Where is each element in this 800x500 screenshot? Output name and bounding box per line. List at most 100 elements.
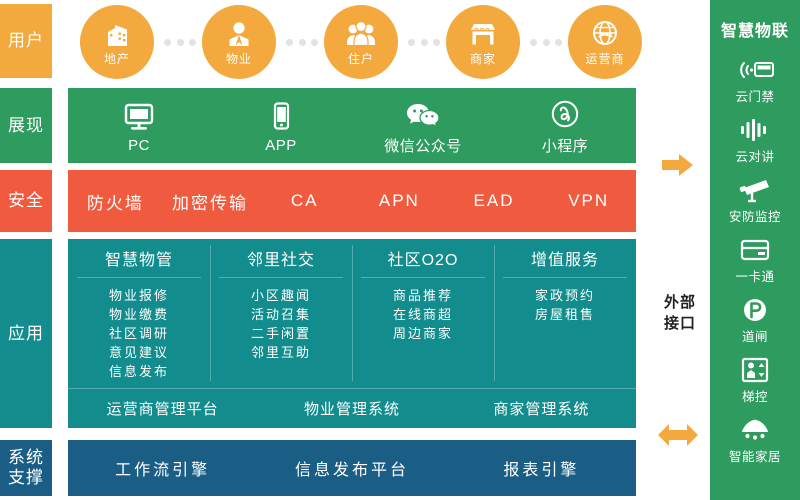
- iot-item-parking-barrier[interactable]: 道闸: [710, 293, 800, 345]
- security-item[interactable]: 加密传输: [163, 189, 258, 214]
- presentation-layer-band: PC APP 微信公众号 小程序: [68, 88, 636, 163]
- layer-label-security: 安全: [0, 170, 52, 232]
- connector-dots: [286, 38, 318, 46]
- application-item[interactable]: 社区调研: [109, 324, 169, 343]
- application-item[interactable]: 物业缴费: [109, 305, 169, 324]
- security-layer-band: 防火墙 加密传输 CA APN EAD VPN: [68, 170, 636, 232]
- presentation-item-app[interactable]: APP: [210, 88, 352, 163]
- iot-item-label: 云门禁: [735, 90, 775, 104]
- architecture-diagram: 用户 展现 安全 应用 系统 支撑 地产 物业 住户 商家 运营商 PC APP…: [0, 0, 800, 500]
- system-support-item[interactable]: 工作流引擎: [68, 456, 257, 480]
- globe-refresh-icon: [590, 17, 620, 47]
- application-column-items: 物业报修 物业缴费 社区调研 意见建议 信息发布: [109, 278, 169, 381]
- application-item[interactable]: 小区趣闻: [251, 286, 311, 305]
- application-columns: 智慧物管 物业报修 物业缴费 社区调研 意见建议 信息发布 邻里社交 小区趣闻 …: [68, 239, 636, 387]
- application-column-value-added: 增值服务 家政预约 房屋租售: [494, 239, 636, 387]
- user-node-circle: 地产: [80, 5, 154, 79]
- monitor-icon: [122, 98, 156, 132]
- user-node-label: 住户: [347, 52, 374, 66]
- iot-item-label: 安防监控: [728, 210, 781, 224]
- user-node-property[interactable]: 物业: [196, 4, 282, 82]
- layer-label-presentation: 展现: [0, 88, 52, 163]
- application-item[interactable]: 周边商家: [393, 324, 453, 343]
- presentation-item-wechat-mp[interactable]: 微信公众号: [352, 88, 494, 163]
- application-item[interactable]: 二手闲置: [251, 324, 311, 343]
- people-group-icon: [345, 17, 377, 47]
- presentation-item-label: 小程序: [541, 137, 589, 155]
- platform-item[interactable]: 运营商管理平台: [68, 398, 257, 419]
- iot-panel-title: 智慧物联: [720, 23, 789, 40]
- presentation-item-pc[interactable]: PC: [68, 88, 210, 163]
- sys-line-1: 系统: [8, 448, 44, 468]
- application-item[interactable]: 家政预约: [535, 286, 595, 305]
- security-item[interactable]: 防火墙: [68, 189, 163, 214]
- arrow-right-icon: [660, 152, 696, 178]
- application-item[interactable]: 物业报修: [109, 286, 169, 305]
- wechat-icon: [405, 96, 441, 130]
- layer-label-system-support-text: 系统 支撑: [8, 448, 44, 487]
- layer-label-presentation-text: 展现: [8, 115, 44, 135]
- layer-label-application: 应用: [0, 239, 52, 428]
- smartphone-icon: [264, 98, 298, 132]
- iot-item-cloud-intercom[interactable]: 云对讲: [710, 113, 800, 165]
- application-column-community-o2o: 社区O2O 商品推荐 在线商超 周边商家: [352, 239, 494, 387]
- access-card-wireless-icon: [735, 53, 775, 83]
- building-icon: [102, 17, 132, 47]
- application-column-title: 增值服务: [530, 252, 599, 269]
- layer-label-system-support: 系统 支撑: [0, 440, 52, 496]
- layer-label-user: 用户: [0, 4, 52, 78]
- iot-item-security-monitoring[interactable]: 安防监控: [710, 173, 800, 225]
- user-node-operator[interactable]: 运营商: [562, 4, 648, 82]
- layer-label-user-text: 用户: [8, 31, 44, 51]
- iot-item-label: 道闸: [741, 330, 768, 344]
- iot-item-smart-home[interactable]: 智能家居: [710, 413, 800, 465]
- audio-waveform-icon: [737, 113, 773, 143]
- iot-item-all-in-one-card[interactable]: 一卡通: [710, 233, 800, 285]
- user-node-resident[interactable]: 住户: [318, 4, 404, 82]
- user-node-real-estate[interactable]: 地产: [74, 4, 160, 82]
- application-platforms-row: 运营商管理平台 物业管理系统 商家管理系统: [68, 388, 636, 428]
- application-column-items: 小区趣闻 活动召集 二手闲置 邻里互助: [251, 278, 311, 362]
- application-item[interactable]: 在线商超: [393, 305, 453, 324]
- iot-item-elevator-control[interactable]: 梯控: [710, 353, 800, 405]
- application-column-smart-property: 智慧物管 物业报修 物业缴费 社区调研 意见建议 信息发布: [68, 239, 210, 387]
- system-support-item[interactable]: 报表引擎: [447, 456, 636, 480]
- iot-panel: 智慧物联 云门禁 云对讲 安防监控 一卡通 道闸 梯控 智能家居: [710, 0, 800, 500]
- presentation-item-mini-program[interactable]: 小程序: [494, 88, 636, 163]
- security-item[interactable]: VPN: [541, 191, 636, 211]
- person-icon: [224, 17, 254, 47]
- application-item[interactable]: 商品推荐: [393, 286, 453, 305]
- security-item[interactable]: EAD: [447, 191, 542, 211]
- system-support-item[interactable]: 信息发布平台: [257, 456, 446, 480]
- application-column-title: 社区O2O: [387, 252, 459, 269]
- platform-item[interactable]: 商家管理系统: [447, 398, 636, 419]
- presentation-item-label: APP: [265, 136, 297, 154]
- user-node-circle: 物业: [202, 5, 276, 79]
- platform-item[interactable]: 物业管理系统: [257, 398, 446, 419]
- application-item[interactable]: 房屋租售: [535, 305, 595, 324]
- user-node-merchant[interactable]: 商家: [440, 4, 526, 82]
- user-node-label: 物业: [225, 52, 252, 66]
- iot-item-label: 云对讲: [735, 150, 775, 164]
- iot-item-label: 一卡通: [735, 270, 775, 284]
- user-node-circle: 商家: [446, 5, 520, 79]
- iot-item-cloud-access[interactable]: 云门禁: [710, 53, 800, 105]
- application-item[interactable]: 意见建议: [109, 343, 169, 362]
- application-layer-band: 智慧物管 物业报修 物业缴费 社区调研 意见建议 信息发布 邻里社交 小区趣闻 …: [68, 239, 636, 428]
- application-column-items: 商品推荐 在线商超 周边商家: [393, 278, 453, 343]
- security-item[interactable]: APN: [352, 191, 447, 211]
- external-interface-label: 外部 接口: [655, 292, 705, 334]
- mini-program-icon: [549, 96, 581, 130]
- application-item[interactable]: 活动召集: [251, 305, 311, 324]
- user-node-label: 地产: [103, 52, 130, 66]
- ext-line-2: 接口: [663, 315, 696, 332]
- application-item[interactable]: 邻里互助: [251, 343, 311, 362]
- application-item[interactable]: 信息发布: [109, 362, 169, 381]
- security-item[interactable]: CA: [257, 191, 352, 211]
- user-node-circle: 住户: [324, 5, 398, 79]
- presentation-item-label: 微信公众号: [384, 137, 462, 155]
- sys-line-2: 支撑: [8, 468, 44, 487]
- parking-barrier-icon: [740, 293, 770, 323]
- connector-dots: [164, 38, 196, 46]
- cctv-camera-icon: [735, 173, 775, 203]
